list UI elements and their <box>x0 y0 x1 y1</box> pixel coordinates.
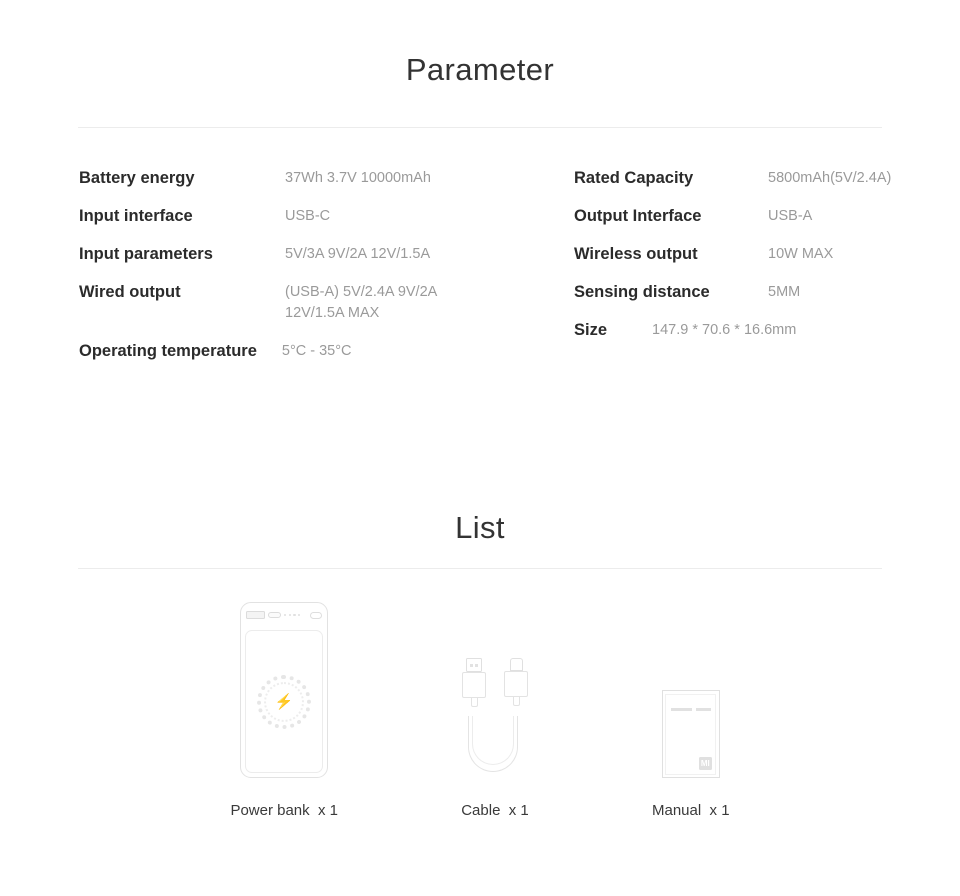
led-dot-icon <box>293 613 296 617</box>
param-value-size: 147.9 * 70.6 * 16.6mm <box>652 322 797 338</box>
list-item-label-manual: Manual x 1 <box>652 802 730 819</box>
param-row-size: Size 147.9 * 70.6 * 16.6mm <box>574 320 960 341</box>
power-bank-front-panel: ⚡ <box>245 630 324 773</box>
param-label-output-interface: Output Interface <box>574 207 702 225</box>
param-value-output-interface: USB-A <box>768 208 813 224</box>
param-value-wired-output: (USB-A) 5V/2.4A 9V/2A 12V/1.5A MAX <box>285 284 438 321</box>
param-label-size: Size <box>574 321 608 339</box>
param-row-rated-capacity: Rated Capacity 5800mAh(5V/2.4A) <box>574 168 960 189</box>
param-value-wireless-output: 10W MAX <box>768 246 834 262</box>
param-row-input-parameters: Input parameters 5V/3A 9V/2A 12V/1.5A <box>79 244 480 265</box>
usb-cable-illustration <box>456 592 534 778</box>
usb-pin-icon <box>474 663 478 667</box>
lightning-bolt-icon: ⚡ <box>274 693 294 710</box>
list-items-row: ⚡ Power bank x 1 Cable x 1 MI Manual x 1 <box>0 592 960 819</box>
list-item-cable: Cable x 1 <box>456 592 534 819</box>
param-row-battery-energy: Battery energy 37Wh 3.7V 10000mAh <box>79 168 480 189</box>
manual-text-line-icon <box>695 708 711 711</box>
parameter-grid: Battery energy 37Wh 3.7V 10000mAh Input … <box>0 168 960 362</box>
power-button-icon <box>310 611 323 619</box>
led-dot-icon <box>288 613 291 617</box>
power-bank-illustration: ⚡ <box>240 592 329 778</box>
param-row-wireless-output: Wireless output 10W MAX <box>574 244 960 265</box>
product-spec-page: Parameter Battery energy 37Wh 3.7V 10000… <box>0 0 960 896</box>
manual-text-line-icon <box>670 708 692 711</box>
param-value-input-parameters: 5V/3A 9V/2A 12V/1.5A <box>285 246 431 262</box>
manual-cover-icon: MI <box>661 690 720 778</box>
parameter-column-left: Battery energy 37Wh 3.7V 10000mAh Input … <box>0 168 480 362</box>
param-label-sensing-distance: Sensing distance <box>574 283 710 301</box>
cable-loop-inner <box>472 716 514 765</box>
param-label-battery-energy: Battery energy <box>79 169 195 187</box>
usb-pin-icon <box>470 663 474 667</box>
param-value-sensing-distance: 5MM <box>768 284 801 300</box>
param-row-wired-output: Wired output (USB-A) 5V/2.4A 9V/2A 12V/1… <box>79 282 480 324</box>
usb-c-connector-icon <box>504 658 528 706</box>
param-row-input-interface: Input interface USB-C <box>79 206 480 227</box>
usb-a-connector-icon <box>462 658 486 707</box>
usb-c-port-icon <box>268 612 282 618</box>
param-row-sensing-distance: Sensing distance 5MM <box>574 282 960 303</box>
power-bank-port-strip <box>240 602 328 628</box>
manual-title-lines <box>670 708 711 711</box>
param-label-rated-capacity: Rated Capacity <box>574 169 694 187</box>
param-value-operating-temperature: 5°C - 35°C <box>281 343 352 359</box>
manual-booklet-illustration: MI <box>661 592 720 778</box>
param-row-output-interface: Output Interface USB-A <box>574 206 960 227</box>
led-indicator-group <box>284 613 301 617</box>
param-value-rated-capacity: 5800mAh(5V/2.4A) <box>768 170 892 186</box>
mi-logo-icon: MI <box>698 757 712 770</box>
parameter-column-right: Rated Capacity 5800mAh(5V/2.4A) Output I… <box>480 168 960 362</box>
param-label-input-interface: Input interface <box>79 207 193 225</box>
parameter-divider <box>78 127 882 128</box>
param-label-operating-temperature: Operating temperature <box>79 342 257 360</box>
param-label-wired-output: Wired output <box>79 283 181 301</box>
list-item-power-bank: ⚡ Power bank x 1 <box>230 592 338 819</box>
usb-a-port-icon <box>246 611 266 619</box>
wireless-charging-icon: ⚡ <box>257 674 312 729</box>
led-dot-icon <box>297 613 301 617</box>
param-row-operating-temperature: Operating temperature 5°C - 35°C <box>79 341 480 362</box>
param-value-input-interface: USB-C <box>285 208 331 224</box>
param-label-wireless-output: Wireless output <box>574 245 698 263</box>
list-divider <box>78 568 882 569</box>
parameter-section-title: Parameter <box>405 52 555 87</box>
list-item-label-power-bank: Power bank x 1 <box>230 802 338 819</box>
led-dot-icon <box>284 613 287 617</box>
list-section-title: List <box>455 510 505 545</box>
list-item-label-cable: Cable x 1 <box>461 802 529 819</box>
param-value-battery-energy: 37Wh 3.7V 10000mAh <box>285 170 431 186</box>
list-item-manual: MI Manual x 1 <box>652 592 730 819</box>
param-label-input-parameters: Input parameters <box>79 245 213 263</box>
